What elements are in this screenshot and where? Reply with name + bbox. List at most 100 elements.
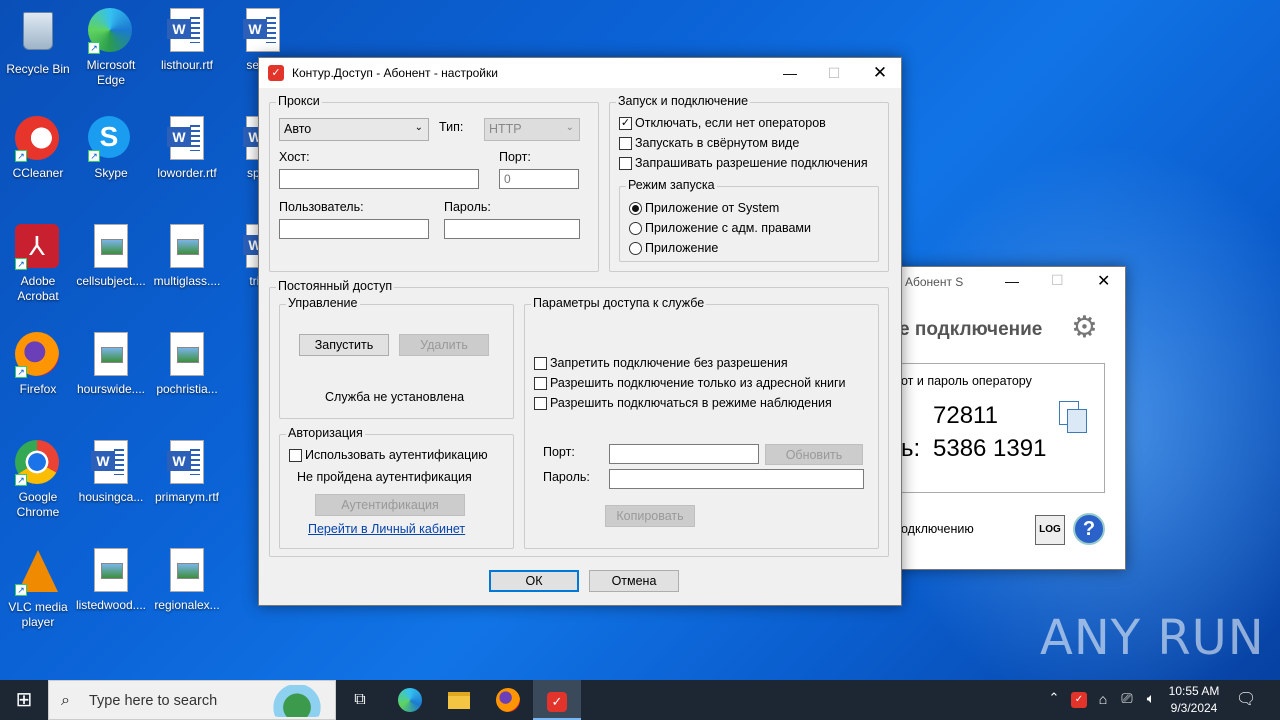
desktop-icon[interactable]: multiglass.... [149, 224, 225, 289]
desktop-icon[interactable]: Wlisthour.rtf [149, 8, 225, 73]
disconnect-no-operators-checkbox[interactable]: ✓ Отключать, если нет операторов [619, 116, 826, 130]
edge-taskbar-icon[interactable] [386, 680, 434, 720]
edge-icon: ↗ [88, 8, 134, 54]
background-window[interactable]: Абонент S — ☐ ✕ е подключение ⚙ от и пар… [880, 266, 1126, 570]
firefox-taskbar-icon[interactable] [484, 680, 532, 720]
desktop-icon[interactable]: Wloworder.rtf [149, 116, 225, 181]
proxy-password-label: Пароль: [444, 200, 491, 214]
checkbox-box[interactable] [289, 448, 302, 462]
radio-label: Приложение [645, 241, 719, 255]
desktop-icon[interactable]: S ↗ Skype [73, 116, 149, 181]
checkbox-box[interactable] [534, 356, 547, 370]
host-input[interactable] [279, 169, 479, 189]
maximize-button[interactable]: ☐ [811, 58, 857, 88]
user-input[interactable] [279, 219, 429, 239]
ask-permission-checkbox[interactable]: Запрашивать разрешение подключения [619, 156, 868, 170]
close-icon[interactable]: ✕ [1097, 271, 1110, 291]
mode-admin-radio[interactable]: Приложение с адм. правами [629, 221, 811, 235]
windows-start-icon[interactable]: ⊞ [0, 680, 48, 720]
copy-icon[interactable] [1059, 401, 1089, 433]
checkbox-box[interactable] [619, 156, 632, 170]
personal-cabinet-link[interactable]: Перейти в Личный кабинет [308, 522, 465, 536]
close-button[interactable]: ✕ [857, 58, 903, 88]
notification-icon[interactable]: 🗨︎ [1236, 689, 1256, 709]
copy-button[interactable]: Копировать [605, 505, 695, 527]
desktop-icon[interactable]: ↗ Microsoft Edge [73, 8, 149, 88]
gear-icon[interactable]: ⚙ [1071, 311, 1105, 345]
desktop-icon-label: multiglass.... [153, 274, 221, 288]
desktop-icon[interactable]: Whousingca... [73, 440, 149, 505]
observation-mode-checkbox[interactable]: Разрешить подключаться в режиме наблюден… [534, 396, 832, 410]
checkbox-box[interactable] [534, 376, 547, 390]
ccleaner-icon: ↗ [15, 116, 61, 162]
vlc-icon: ↗ [15, 550, 61, 596]
cancel-button[interactable]: Отмена [589, 570, 679, 592]
proxy-password-input[interactable] [444, 219, 580, 239]
meet-now-icon[interactable]: ⌂ [1094, 691, 1112, 707]
deny-without-permission-checkbox[interactable]: Запретить подключение без разрешения [534, 356, 788, 370]
task-view-icon[interactable]: ⧉ [336, 680, 384, 720]
use-auth-checkbox[interactable]: Использовать аутентификацию [289, 448, 488, 462]
desktop-icon[interactable]: cellsubject.... [73, 224, 149, 289]
service-password-input[interactable] [609, 469, 864, 489]
desktop-icon[interactable]: Recycle Bin [0, 8, 76, 77]
desktop-icon[interactable]: ↗ VLC media player [0, 548, 76, 630]
desktop-icon[interactable]: listedwood.... [73, 548, 149, 613]
radio-button[interactable] [629, 221, 642, 235]
minimize-button[interactable]: — [767, 58, 813, 88]
desktop-icon[interactable]: ↗ CCleaner [0, 116, 76, 181]
kontur-taskbar-icon[interactable]: ✓ [533, 680, 581, 720]
log-icon[interactable]: LOG [1035, 515, 1065, 545]
desktop-icon[interactable]: ↗ Google Chrome [0, 440, 76, 520]
desktop-icon[interactable]: pochristia... [149, 332, 225, 397]
desktop-icon[interactable]: hourswide.... [73, 332, 149, 397]
desktop-icon-label: housingca... [78, 490, 144, 504]
clock-date[interactable]: 9/3/2024 [1166, 701, 1222, 715]
desktop-icon[interactable]: regionalex... [149, 548, 225, 613]
minimize-icon[interactable]: — [1005, 273, 1019, 289]
proxy-mode-select[interactable]: Авто ⌄ [279, 118, 429, 141]
dialog-titlebar[interactable]: ✓ Контур.Доступ - Абонент - настройки — … [259, 58, 901, 88]
radio-button[interactable] [629, 201, 642, 215]
proxy-type-value: HTTP [489, 122, 522, 136]
network-icon[interactable]: ⎚ [1118, 690, 1136, 707]
shortcut-arrow-icon: ↗ [88, 42, 100, 54]
user-label: Пользователь: [279, 200, 364, 214]
service-port-input[interactable] [609, 444, 759, 464]
mode-system-radio[interactable]: Приложение от System [629, 201, 779, 215]
permanent-access-legend: Постоянный доступ [276, 279, 395, 293]
file-explorer-icon[interactable] [435, 680, 483, 720]
address-book-only-checkbox[interactable]: Разрешить подключение только из адресной… [534, 376, 846, 390]
kontur-tray-icon[interactable]: ✓ [1071, 692, 1087, 708]
desktop-icon[interactable]: Wprimarym.rtf [149, 440, 225, 505]
settings-dialog[interactable]: ✓ Контур.Доступ - Абонент - настройки — … [258, 57, 902, 606]
tray-chevron-up-icon[interactable]: ⌃ [1044, 690, 1064, 706]
help-icon[interactable]: ? [1073, 513, 1105, 545]
checkbox-label: Разрешить подключение только из адресной… [550, 376, 846, 390]
service-password-label: Пароль: [543, 470, 590, 484]
authenticate-button[interactable]: Аутентификация [315, 494, 465, 516]
start-service-button[interactable]: Запустить [299, 334, 389, 356]
delete-service-button[interactable]: Удалить [399, 334, 489, 356]
maximize-icon[interactable]: ☐ [1051, 272, 1064, 289]
volume-icon[interactable]: 🔈︎ [1142, 690, 1160, 707]
proxy-port-input[interactable]: 0 [499, 169, 579, 189]
desktop-icon-label: regionalex... [154, 598, 220, 612]
desktop-icon-label: Google Chrome [16, 490, 60, 519]
taskbar-search-box[interactable]: ⌕ Type here to search [48, 680, 336, 720]
desktop-icon[interactable]: ↗ Firefox [0, 332, 76, 397]
desktop-icon[interactable]: ⅄ ↗ Adobe Acrobat [0, 224, 76, 304]
service-status: Служба не установлена [325, 390, 465, 404]
mode-app-radio[interactable]: Приложение [629, 241, 718, 255]
checkbox-box[interactable] [619, 136, 632, 150]
start-minimized-checkbox[interactable]: Запускать в свёрнутом виде [619, 136, 799, 150]
radio-button[interactable] [629, 241, 642, 255]
checkbox-box[interactable]: ✓ [619, 116, 632, 130]
service-params-group: Параметры доступа к службе [524, 296, 879, 549]
proxy-type-select[interactable]: HTTP ⌄ [484, 118, 580, 141]
refresh-button[interactable]: Обновить [765, 444, 863, 465]
shortcut-arrow-icon: ↗ [15, 474, 27, 486]
checkbox-box[interactable] [534, 396, 547, 410]
clock-time[interactable]: 10:55 AM [1166, 684, 1222, 698]
ok-button[interactable]: ОК [489, 570, 579, 592]
